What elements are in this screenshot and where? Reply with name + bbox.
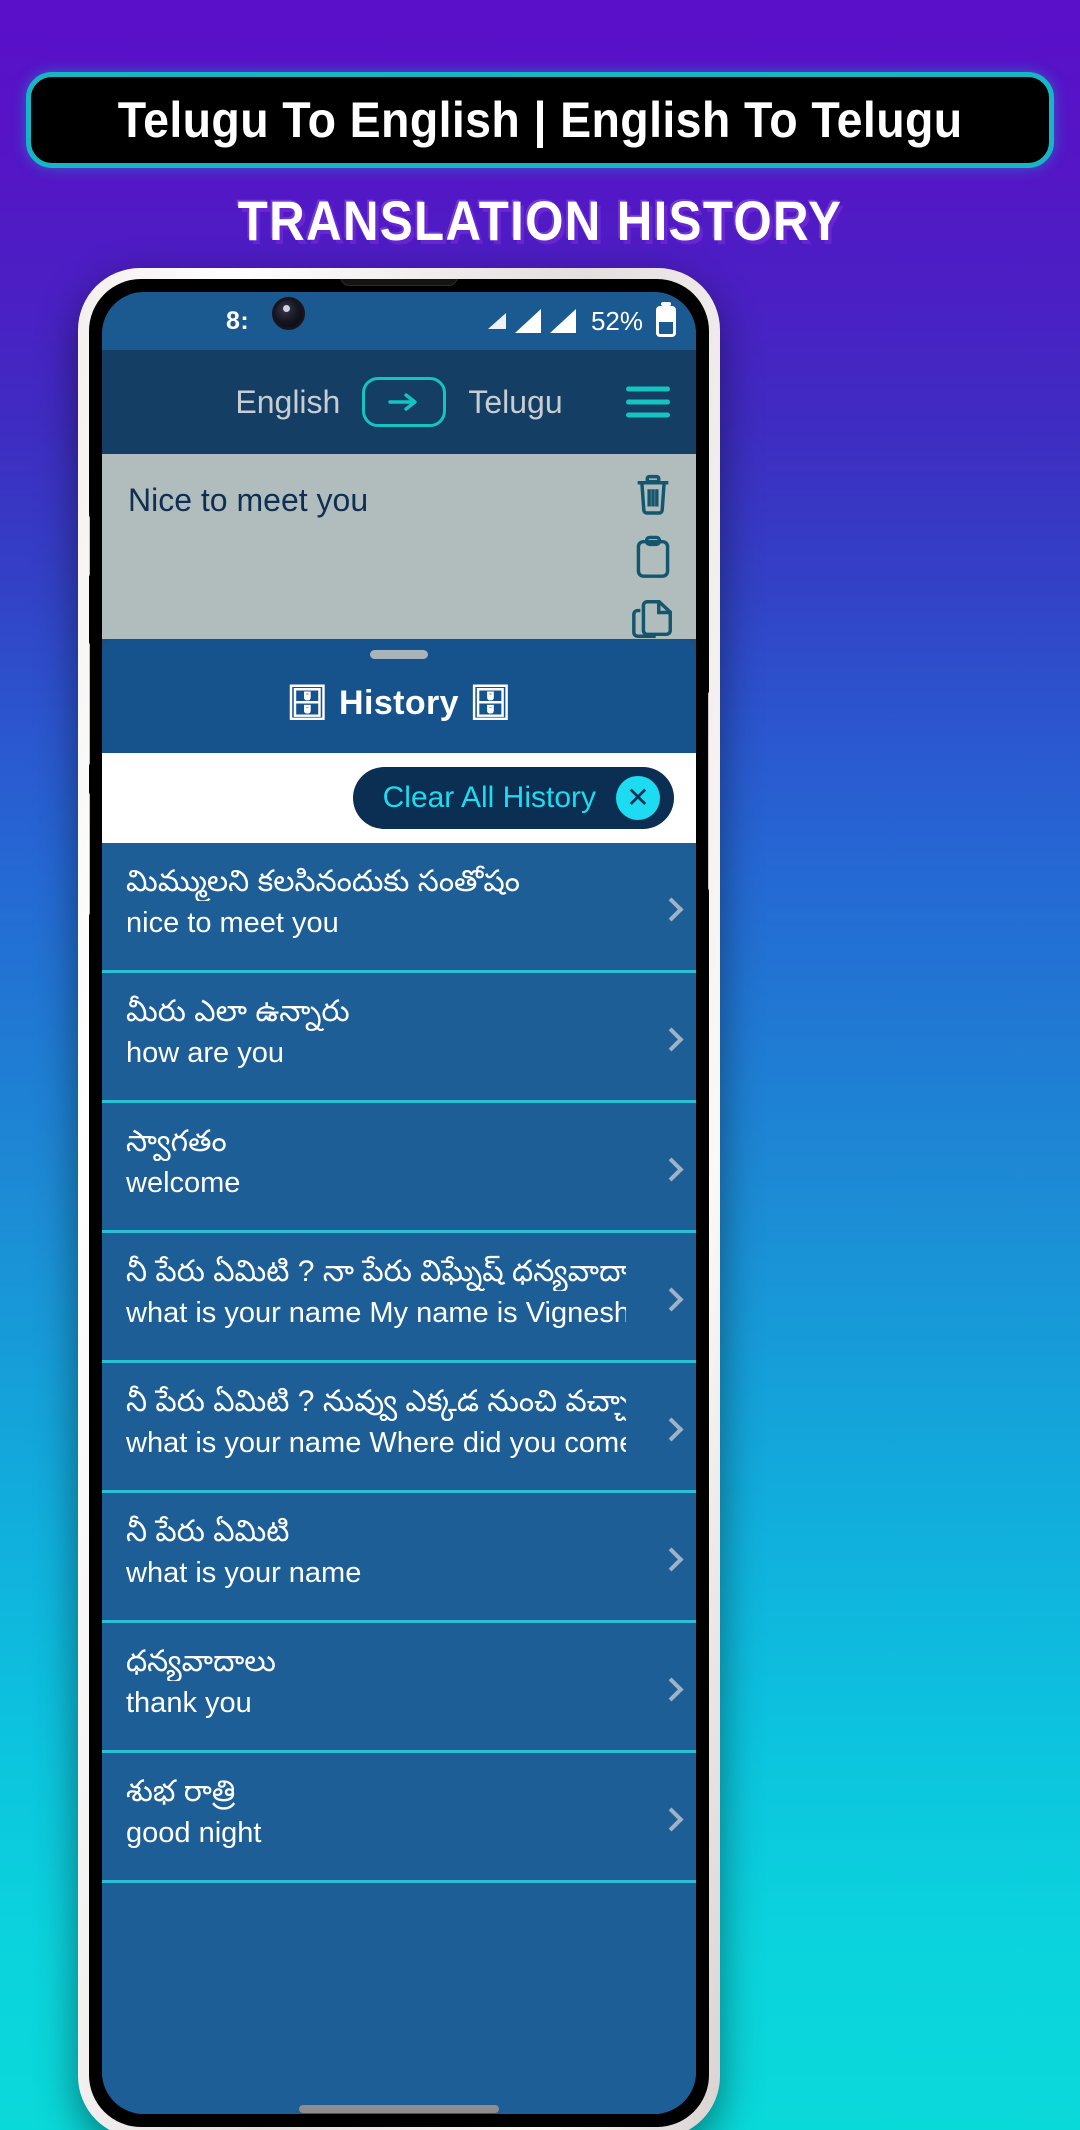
chevron-right-icon (659, 1286, 684, 1312)
history-item-target: what is your name (126, 1556, 362, 1589)
source-language-label[interactable]: English (235, 384, 340, 421)
history-item-target: thank you (126, 1686, 252, 1719)
history-list-item[interactable]: స్వాగతం welcome (102, 1103, 696, 1233)
chevron-right-icon (659, 1676, 684, 1702)
history-list-item[interactable]: నీ పేరు ఏమిటి ? నువ్వు ఎక్కడ నుంచి వచ్చా… (102, 1363, 696, 1493)
signal-bars-icon-1 (487, 313, 506, 329)
hamburger-menu-icon[interactable] (626, 386, 670, 418)
sheet-drag-handle[interactable] (370, 650, 428, 659)
history-item-source: మిమ్ములని కలసినందుకు సంతోషం (126, 865, 520, 898)
status-time: 8: (226, 306, 250, 335)
promo-banner: Telugu To English | English To Telugu (26, 72, 1054, 168)
input-text-value[interactable]: Nice to meet you (128, 482, 670, 519)
phone-screen: 8: 52% English Telugu Nice to meet you 🗄… (102, 292, 696, 2114)
silent-switch-button[interactable] (89, 515, 90, 577)
power-button[interactable] (708, 691, 709, 891)
signal-bars-icon-3 (549, 309, 576, 333)
swap-language-button[interactable] (362, 377, 447, 427)
arrow-right-icon (388, 393, 418, 411)
chevron-right-icon (659, 896, 684, 922)
history-item-target: what is your name Where did you come fr… (126, 1426, 626, 1459)
delete-icon[interactable] (630, 472, 676, 518)
battery-icon (656, 305, 676, 337)
hamburger-line (626, 399, 670, 405)
history-item-source: ధన్యవాదాలు (126, 1645, 276, 1678)
home-gesture-bar[interactable] (299, 2105, 499, 2113)
phone-bezel: 8: 52% English Telugu Nice to meet you 🗄… (89, 279, 709, 2127)
history-item-target: how are you (126, 1036, 284, 1069)
hamburger-line (626, 386, 670, 392)
battery-percent-label: 52% (590, 305, 643, 336)
history-item-target: nice to meet you (126, 906, 339, 939)
promo-title: Telugu To English | English To Telugu (117, 92, 963, 148)
history-list-item[interactable]: నీ పేరు ఏమిటి what is your name (102, 1493, 696, 1623)
status-bar: 8: 52% (102, 292, 696, 350)
hamburger-line (626, 412, 670, 418)
history-list-item[interactable]: ధన్యవాదాలు thank you (102, 1623, 696, 1753)
history-item-source: మీరు ఎలా ఉన్నారు (126, 995, 350, 1028)
history-item-target: good night (126, 1816, 262, 1849)
history-item-target: welcome (126, 1166, 241, 1199)
history-list[interactable]: మిమ్ములని కలసినందుకు సంతోషం nice to meet… (102, 843, 696, 2114)
promo-subtitle: TRANSLATION HISTORY (237, 189, 843, 252)
input-tool-buttons (630, 472, 676, 642)
chevron-right-icon (659, 1416, 684, 1442)
history-list-item[interactable]: శుభ రాత్రి good night (102, 1753, 696, 1883)
history-list-item[interactable]: నీ పేరు ఏమిటి ? నా పేరు విఘ్నేష్ ధన్యవాద… (102, 1233, 696, 1363)
chevron-right-icon (659, 1156, 684, 1182)
clear-all-history-label: Clear All History (382, 781, 596, 814)
earpiece-speaker (340, 279, 458, 286)
signal-bars-icon-2 (514, 309, 541, 333)
language-selector-group: English Telugu (128, 377, 670, 427)
history-item-source: నీ పేరు ఏమిటి ? నా పేరు విఘ్నేష్ ధన్యవాద… (126, 1255, 626, 1288)
chevron-right-icon (659, 1026, 684, 1052)
history-item-source: శుభ రాత్రి (126, 1775, 236, 1808)
history-sheet-title: 🗄 History 🗄 (285, 684, 513, 722)
translation-input-panel[interactable]: Nice to meet you (102, 454, 696, 639)
history-item-target: what is your name My name is Vignesh th… (126, 1296, 626, 1329)
volume-down-button[interactable] (89, 792, 90, 916)
chevron-right-icon (659, 1806, 684, 1832)
promo-screenshot-page: Telugu To English | English To Telugu TR… (0, 0, 1080, 2130)
history-item-source: నీ పేరు ఏమిటి ? నువ్వు ఎక్కడ నుంచి వచ్చా… (126, 1385, 626, 1418)
copy-icon[interactable] (630, 596, 676, 642)
clear-history-row: Clear All History ✕ (102, 753, 696, 843)
chevron-right-icon (659, 1546, 684, 1572)
clear-all-history-button[interactable]: Clear All History ✕ (352, 767, 674, 829)
phone-device-frame: 8: 52% English Telugu Nice to meet you 🗄… (78, 268, 720, 2130)
app-toolbar: English Telugu (102, 350, 696, 454)
history-bottom-sheet: 🗄 History 🗄 Clear All History ✕ మిమ్ములన… (102, 637, 696, 2114)
history-item-source: స్వాగతం (126, 1125, 227, 1158)
history-list-item[interactable]: మీరు ఎలా ఉన్నారు how are you (102, 973, 696, 1103)
status-icons: 52% (487, 305, 676, 337)
history-list-item[interactable]: మిమ్ములని కలసినందుకు సంతోషం nice to meet… (102, 843, 696, 973)
paste-icon[interactable] (630, 534, 676, 580)
target-language-label[interactable]: Telugu (468, 384, 562, 421)
close-circle-icon: ✕ (616, 776, 660, 820)
volume-up-button[interactable] (89, 642, 90, 766)
history-item-source: నీ పేరు ఏమిటి (126, 1515, 290, 1548)
